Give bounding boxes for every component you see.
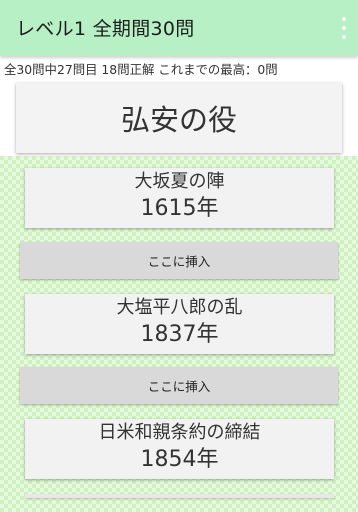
app-title: レベル1 全期間30問 (16, 18, 195, 40)
timeline-event-year: 1837年 (140, 322, 219, 347)
app-bar: レベル1 全期間30問 (0, 0, 358, 56)
question-event: 弘安の役 (120, 103, 237, 137)
overflow-menu-icon[interactable] (340, 17, 348, 39)
timeline-card-partial (25, 494, 334, 498)
timeline-event-year: 1615年 (140, 196, 219, 221)
progress-status: 全30問中27問目 18問正解 これまでの最高：0問 (4, 62, 278, 77)
insert-here-button[interactable]: ここに挿入 (20, 367, 338, 404)
timeline-event-name: 日米和親条約の締結 (98, 422, 261, 443)
insert-here-button[interactable]: ここに挿入 (20, 242, 338, 279)
timeline-card: 日米和親条約の締結 1854年 (25, 419, 334, 479)
timeline-card: 大坂夏の陣 1615年 (25, 168, 334, 228)
timeline-event-year: 1854年 (140, 447, 219, 472)
question-card[interactable]: 弘安の役 (16, 83, 342, 153)
timeline-card: 大塩平八郎の乱 1837年 (25, 294, 334, 354)
timeline-event-name: 大塩平八郎の乱 (116, 297, 243, 318)
timeline-event-name: 大坂夏の陣 (134, 171, 225, 192)
